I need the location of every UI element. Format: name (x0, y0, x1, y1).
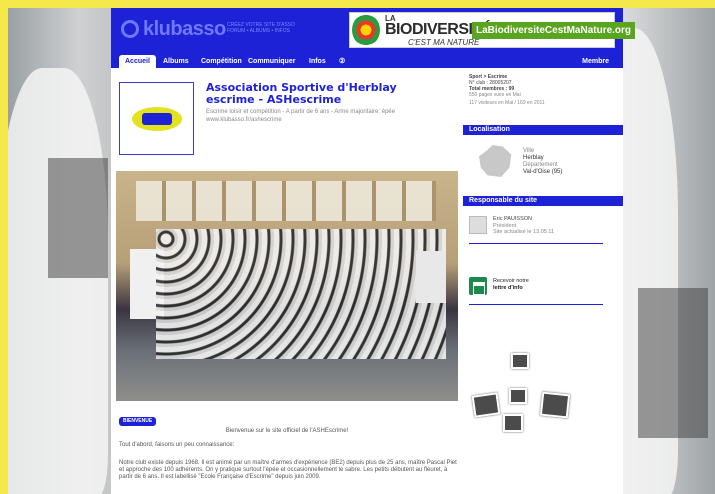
site-updated: Site actualisé le 13.05.11 (493, 229, 555, 235)
divider (469, 243, 603, 244)
banner-line3: C'EST MA NATURE (408, 38, 480, 47)
newsletter-link[interactable]: Recevoir notre lettre d'info (493, 278, 529, 292)
newsletter-line2: lettre d'info (493, 285, 523, 291)
city-label: Ville (523, 148, 535, 154)
responsable-heading: Responsable du site (463, 196, 623, 206)
location-details: Ville Herblay Département Val-d'Oise (95… (523, 148, 562, 176)
pages-viewed: 550 pages vues en Mai (469, 92, 521, 98)
thumbnail[interactable] (503, 414, 523, 432)
member-link[interactable]: Membre (582, 55, 609, 68)
club-title: Association Sportive d'Herblay escrime -… (206, 82, 456, 106)
thumbnail[interactable] (509, 388, 527, 404)
newsletter-icon[interactable] (469, 277, 487, 295)
intro-text: Tout d'abord, faisons un peu connaissanc… (119, 442, 235, 448)
main-content: Association Sportive d'Herblay escrime -… (111, 68, 463, 494)
main-nav: Accueil Albums Compétition Communiquer I… (111, 55, 623, 68)
club-info: Sport > Escrime N° club : 28005207 Total… (469, 74, 619, 106)
city-value: Herblay (523, 155, 544, 161)
photo-windows (136, 181, 436, 221)
france-map[interactable] (473, 139, 519, 183)
responsable-details: Eric PAUISSON Président Site actualisé l… (493, 216, 554, 236)
photo-banner-right (416, 251, 446, 303)
banner-url[interactable]: LaBiodiversiteCestMaNature.org (472, 22, 636, 39)
bg-fencer-left (8, 68, 108, 494)
thumbnail[interactable] (539, 391, 571, 419)
avatar (469, 216, 487, 234)
biodiversity-banner[interactable]: LA BIODIVERSITÉ C'EST MA NATURE LaBiodiv… (349, 12, 636, 48)
tab-competition[interactable]: Compétition (201, 55, 242, 68)
department-label: Département (523, 162, 558, 168)
bg-shadow-left (48, 158, 108, 278)
welcome-text: Bienvenue sur le site officiel de l'ASHE… (225, 428, 349, 434)
club-desc-line1: Escrime loisir et compétition - A partir… (206, 109, 396, 115)
thumbnail[interactable] (511, 353, 529, 369)
logo-tagline: CRÉEZ VOTRE SITE D'ASSO FORUM • ALBUMS •… (227, 22, 295, 34)
club-description: Escrime loisir et compétition - A partir… (206, 108, 461, 124)
klubasso-logo[interactable]: klubasso (121, 18, 226, 41)
club-history-text: Notre club existe depuis 1968. Il est an… (119, 460, 457, 480)
group-photo (116, 171, 458, 401)
photo-fencers-group (156, 229, 446, 359)
sidebar: Sport > Escrime N° club : 28005207 Total… (463, 68, 623, 494)
logo-text: klubasso (143, 18, 226, 40)
divider (469, 304, 603, 305)
tab-infos[interactable]: Infos (309, 55, 326, 68)
tab-albums[interactable]: Albums (163, 55, 189, 68)
localisation-heading: Localisation (463, 125, 623, 135)
site-header: klubasso CRÉEZ VOTRE SITE D'ASSO FORUM •… (111, 8, 636, 55)
tab-communiquer[interactable]: Communiquer (248, 55, 295, 68)
club-logo (132, 107, 182, 131)
welcome-badge: BIENVENUE (119, 417, 157, 426)
club-logo-box (119, 82, 194, 155)
france-shape (479, 145, 512, 177)
club-title-line2: escrime - ASHescrime (206, 93, 342, 106)
newsletter-line1: Recevoir notre (493, 278, 529, 284)
tab-extra[interactable]: ② (339, 55, 345, 68)
club-url[interactable]: www.klubasso.fr/ashescrime (206, 116, 461, 124)
visitors-count: 117 visiteurs en Mai / 169 en 2011 (469, 100, 545, 106)
tab-accueil[interactable]: Accueil (119, 55, 156, 68)
department-value: Val-d'Oise (95) (523, 169, 563, 175)
site-frame: klubasso CRÉEZ VOTRE SITE D'ASSO FORUM •… (111, 8, 636, 494)
flower-icon (352, 14, 380, 46)
logo-circle-icon (121, 20, 139, 38)
thumbnail[interactable] (471, 392, 501, 418)
bg-shadow-right (638, 288, 708, 438)
